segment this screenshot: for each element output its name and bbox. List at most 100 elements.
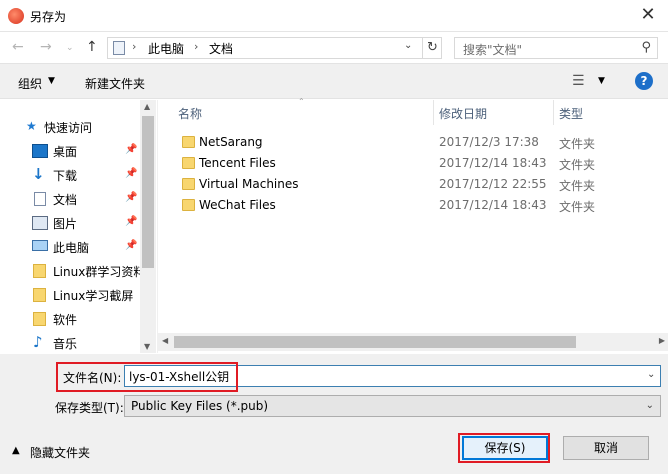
- pin-icon: 📌: [125, 192, 138, 203]
- nav-label: 桌面: [53, 145, 78, 159]
- help-icon[interactable]: ?: [635, 72, 653, 90]
- navigation-pane: ★ 快速访问 桌面 📌 ↓ 下载 📌 文档 📌 图片 📌 此电脑 📌 Linux…: [0, 100, 156, 353]
- chevron-down-icon[interactable]: ▼: [598, 76, 605, 86]
- table-row[interactable]: Virtual Machines 2017/12/12 22:55 文件夹: [158, 174, 668, 195]
- chevron-right-icon[interactable]: ›: [194, 40, 198, 53]
- scrollbar-thumb[interactable]: [174, 336, 576, 348]
- document-icon: [34, 192, 46, 206]
- nav-label: 图片: [53, 217, 78, 231]
- folder-icon: [182, 178, 195, 190]
- nav-item-this-pc[interactable]: 此电脑 📌: [0, 236, 140, 258]
- address-row: ← → ⌄ ↑ › 此电脑 › 文档 ⌄ ↻ 搜索"文档" ⚲: [0, 33, 668, 63]
- app-icon: [8, 8, 24, 24]
- pin-icon: 📌: [125, 144, 138, 155]
- file-type: 文件夹: [559, 137, 596, 151]
- scroll-left-icon[interactable]: ◀: [162, 336, 168, 345]
- computer-icon: [32, 240, 48, 251]
- search-input[interactable]: 搜索"文档" ⚲: [454, 37, 658, 59]
- file-type: 文件夹: [559, 179, 596, 193]
- computer-icon: [113, 41, 125, 55]
- scroll-up-icon[interactable]: ▲: [144, 102, 150, 111]
- nav-label: 文档: [53, 193, 78, 207]
- address-bar[interactable]: › 此电脑 › 文档 ⌄ ↻: [107, 37, 442, 59]
- pin-icon: 📌: [125, 168, 138, 179]
- nav-item-documents[interactable]: 文档 📌: [0, 188, 140, 210]
- column-header-name[interactable]: 名称: [178, 105, 202, 122]
- search-icon: ⚲: [641, 40, 651, 55]
- chevron-right-icon[interactable]: ›: [132, 40, 136, 53]
- nav-item-music[interactable]: ♪ 音乐: [0, 332, 140, 354]
- table-row[interactable]: Tencent Files 2017/12/14 18:43 文件夹: [158, 153, 668, 174]
- folder-icon: [33, 312, 46, 326]
- back-arrow-icon[interactable]: ←: [12, 39, 24, 55]
- scrollbar-thumb[interactable]: [142, 116, 154, 268]
- breadcrumb-this-pc[interactable]: 此电脑: [148, 40, 184, 57]
- nav-item-desktop[interactable]: 桌面 📌: [0, 140, 140, 162]
- save-type-select[interactable]: Public Key Files (*.pub) ⌄: [124, 395, 661, 417]
- nav-item-pictures[interactable]: 图片 📌: [0, 212, 140, 234]
- picture-icon: [32, 216, 48, 230]
- close-button[interactable]: ✕: [628, 0, 668, 32]
- title-bar: 另存为 ✕: [0, 0, 668, 32]
- column-divider[interactable]: [433, 100, 434, 125]
- file-list-scrollbar[interactable]: ◀ ▶: [158, 333, 668, 351]
- chevron-up-icon[interactable]: ▲: [12, 445, 20, 456]
- chevron-down-icon[interactable]: ▼: [48, 76, 55, 86]
- nav-label: Linux学习截屏: [53, 289, 134, 303]
- file-name: Virtual Machines: [199, 177, 299, 191]
- column-header-type[interactable]: 类型: [559, 105, 583, 122]
- cancel-button[interactable]: 取消: [563, 436, 649, 460]
- hide-folders-toggle[interactable]: 隐藏文件夹: [30, 444, 90, 461]
- save-button[interactable]: 保存(S): [462, 436, 548, 460]
- file-name: WeChat Files: [199, 198, 276, 212]
- file-date: 2017/12/14 18:43: [439, 198, 547, 212]
- column-divider[interactable]: [553, 100, 554, 125]
- save-form: 文件名(N): ⌄ 保存类型(T): Public Key Files (*.p…: [0, 354, 668, 474]
- recent-dropdown-icon[interactable]: ⌄: [66, 43, 74, 53]
- command-bar: 组织 ▼ 新建文件夹 ☰ ▼ ?: [0, 63, 668, 99]
- scroll-down-icon[interactable]: ▼: [144, 342, 150, 351]
- scroll-right-icon[interactable]: ▶: [659, 336, 665, 345]
- refresh-icon[interactable]: ↻: [422, 38, 442, 58]
- nav-label: Linux群学习资料: [53, 265, 146, 279]
- folder-icon: [182, 136, 195, 148]
- search-placeholder: 搜索"文档": [463, 43, 523, 57]
- nav-item-linux-screenshots[interactable]: Linux学习截屏: [0, 284, 140, 306]
- up-arrow-icon[interactable]: ↑: [86, 39, 98, 55]
- forward-arrow-icon[interactable]: →: [40, 39, 52, 55]
- table-row[interactable]: NetSarang 2017/12/3 17:38 文件夹: [158, 132, 668, 153]
- nav-item-software[interactable]: 软件: [0, 308, 140, 330]
- nav-item-downloads[interactable]: ↓ 下载 📌: [0, 164, 140, 186]
- column-header-date[interactable]: 修改日期: [439, 105, 487, 122]
- table-row[interactable]: WeChat Files 2017/12/14 18:43 文件夹: [158, 195, 668, 216]
- file-list: ⌃ 名称 修改日期 类型 NetSarang 2017/12/3 17:38 文…: [157, 97, 668, 353]
- nav-quick-access[interactable]: ★ 快速访问: [0, 116, 140, 138]
- folder-icon: [182, 157, 195, 169]
- nav-scrollbar[interactable]: ▲ ▼: [140, 100, 156, 353]
- organize-button[interactable]: 组织: [18, 75, 42, 92]
- breadcrumb-documents[interactable]: 文档: [209, 40, 233, 57]
- new-folder-button[interactable]: 新建文件夹: [85, 75, 145, 92]
- nav-label: 快速访问: [44, 121, 93, 135]
- folder-icon: [33, 288, 46, 302]
- view-options-icon[interactable]: ☰: [572, 73, 585, 89]
- desktop-icon: [32, 144, 48, 158]
- nav-label: 此电脑: [53, 241, 90, 255]
- nav-label: 音乐: [53, 337, 78, 351]
- chevron-down-icon[interactable]: ⌄: [404, 40, 412, 51]
- download-icon: ↓: [32, 165, 45, 183]
- window-title: 另存为: [30, 10, 67, 24]
- file-date: 2017/12/3 17:38: [439, 135, 539, 149]
- chevron-down-icon[interactable]: ⌄: [647, 369, 655, 380]
- file-type: 文件夹: [559, 158, 596, 172]
- chevron-down-icon[interactable]: ⌄: [646, 400, 654, 411]
- nav-label: 软件: [53, 313, 78, 327]
- file-type: 文件夹: [559, 200, 596, 214]
- nav-item-linux-materials[interactable]: Linux群学习资料: [0, 260, 145, 282]
- file-name: NetSarang: [199, 135, 263, 149]
- file-date: 2017/12/12 22:55: [439, 177, 547, 191]
- pin-icon: 📌: [125, 240, 138, 251]
- folder-icon: [182, 199, 195, 211]
- star-icon: ★: [26, 119, 37, 133]
- music-icon: ♪: [33, 333, 43, 351]
